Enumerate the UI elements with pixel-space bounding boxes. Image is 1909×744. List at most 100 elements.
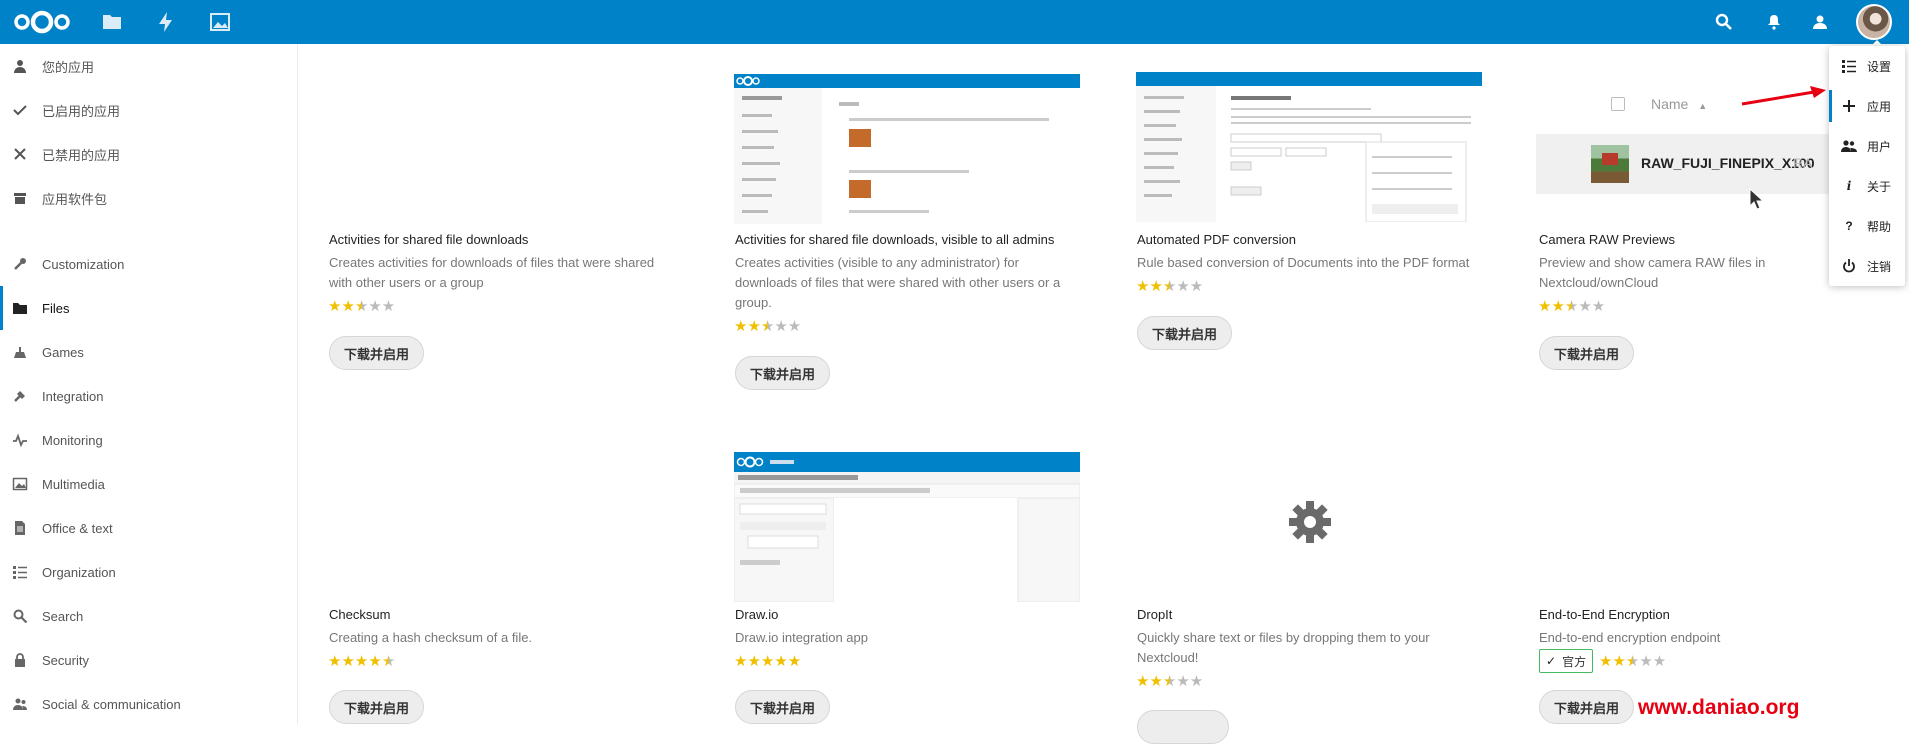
sidebar-item-label: Office & text — [42, 520, 113, 536]
mouse-cursor-icon — [1749, 188, 1765, 210]
raw-thumbnail — [1591, 145, 1629, 183]
check-icon — [12, 102, 28, 118]
sidebar-item-integration[interactable]: Integration — [0, 374, 297, 418]
sidebar-item-label: Social & communication — [42, 696, 181, 712]
sidebar-item-office-text[interactable]: Office & text — [0, 506, 297, 550]
sort-ascending-icon: ▲ — [1698, 101, 1708, 111]
info-icon: i — [1846, 179, 1852, 193]
app-description: Creates activities for downloads of file… — [329, 255, 655, 290]
social-icon — [12, 696, 28, 712]
sidebar-item-games[interactable]: Games — [0, 330, 297, 374]
select-all-checkbox — [1611, 97, 1625, 111]
app-grid: Activities for shared file downloads Cre… — [299, 44, 1909, 744]
app-description: End-to-end encryption endpoint — [1539, 630, 1721, 645]
download-enable-button[interactable]: 下载并启用 — [1539, 690, 1635, 724]
sidebar-item-label: Customization — [42, 256, 125, 272]
download-enable-button[interactable]: 下载并启用 — [735, 690, 831, 724]
sidebar-item-search[interactable]: Search — [0, 594, 297, 638]
sidebar-item-customization[interactable]: Customization — [0, 242, 297, 286]
top-header — [0, 0, 1909, 47]
menu-item-settings[interactable]: 设置 — [1829, 46, 1905, 86]
user-menu: 设置 应用 用户 i 关于 ? 帮助 注销 — [1829, 46, 1905, 286]
sidebar-item-label: 已启用的应用 — [42, 103, 121, 119]
activity-icon[interactable] — [154, 10, 178, 34]
sidebar-item-label: Games — [42, 344, 84, 360]
app-description: Rule based conversion of Documents into … — [1137, 255, 1470, 270]
file-extension: RA — [1793, 155, 1813, 171]
watermark-text: www.daniao.org — [1638, 696, 1800, 719]
user-icon — [12, 58, 28, 74]
sidebar-item-files[interactable]: Files — [0, 286, 297, 330]
plus-icon — [1841, 98, 1857, 114]
contacts-icon[interactable] — [1808, 10, 1832, 34]
app-name: End-to-End Encryption — [1539, 607, 1670, 622]
sidebar-item-label: Security — [42, 652, 89, 668]
app-description: Draw.io integration app — [735, 630, 868, 645]
app-rating: ★★★★★ — [734, 318, 802, 335]
sidebar-item-security[interactable]: Security — [0, 638, 297, 682]
app-rating: ★★★★★ — [734, 653, 802, 670]
app-description: Preview and show camera RAW files in Nex… — [1539, 255, 1766, 290]
sidebar-item-multimedia[interactable]: Multimedia — [0, 462, 297, 506]
user-avatar[interactable] — [1856, 4, 1892, 40]
bundle-icon — [12, 190, 28, 206]
sidebar-item-social-communication[interactable]: Social & communication — [0, 682, 297, 726]
folder-icon — [12, 300, 28, 316]
menu-item-logout[interactable]: 注销 — [1829, 246, 1905, 286]
sidebar-item-disabled-apps[interactable]: 已禁用的应用 — [0, 132, 297, 176]
app-name: Camera RAW Previews — [1539, 232, 1676, 247]
app-name: Activities for shared file downloads — [329, 232, 529, 247]
menu-item-about[interactable]: i 关于 — [1829, 166, 1905, 206]
menu-item-help[interactable]: ? 帮助 — [1829, 206, 1905, 246]
app-name: Checksum — [329, 607, 391, 622]
nextcloud-logo[interactable] — [12, 10, 72, 34]
search-icon[interactable] — [1712, 10, 1736, 34]
sidebar-item-label: Integration — [42, 388, 104, 404]
sidebar-item-app-bundles[interactable]: 应用软件包 — [0, 176, 297, 220]
sidebar-item-organization[interactable]: Organization — [0, 550, 297, 594]
app-rating: ★★★★★ — [1538, 298, 1606, 315]
app-rating: ★★★★★ — [328, 298, 396, 315]
download-enable-button[interactable]: 下载并启用 — [1137, 316, 1233, 350]
official-badge: ✓ 官方 — [1539, 649, 1594, 673]
app-rating: ★★★★★ — [1136, 278, 1204, 295]
integration-icon — [12, 388, 28, 404]
close-icon — [12, 146, 28, 162]
menu-item-users[interactable]: 用户 — [1829, 126, 1905, 166]
download-enable-button[interactable]: 下载并启用 — [329, 336, 425, 370]
sidebar-item-label: Monitoring — [42, 432, 103, 448]
app-rating: ★★★★★ — [1136, 673, 1204, 690]
sidebar-item-monitoring[interactable]: Monitoring — [0, 418, 297, 462]
download-enable-button[interactable] — [1137, 710, 1229, 744]
search-icon — [12, 608, 28, 624]
sidebar-item-enabled-apps[interactable]: 已启用的应用 — [0, 88, 297, 132]
files-icon[interactable] — [100, 10, 124, 34]
sidebar-item-label: Search — [42, 608, 84, 624]
sidebar-item-label: 应用软件包 — [42, 191, 108, 207]
logout-icon — [1841, 258, 1857, 274]
check-icon: ✓ — [1546, 654, 1557, 668]
app-screenshot — [734, 452, 1080, 602]
app-name: Automated PDF conversion — [1137, 232, 1296, 247]
gallery-icon[interactable] — [208, 10, 232, 34]
games-icon — [12, 344, 28, 360]
sidebar-item-label: Organization — [42, 564, 116, 580]
notifications-icon[interactable] — [1762, 10, 1786, 34]
multimedia-icon — [12, 476, 28, 492]
menu-item-apps[interactable]: 应用 — [1829, 86, 1905, 126]
wrench-icon — [12, 256, 28, 272]
app-screenshot — [1136, 72, 1482, 222]
sidebar-item-label: Files — [42, 300, 70, 316]
document-icon — [12, 520, 28, 536]
file-name: RAW_FUJI_FINEPIX_X100 — [1641, 155, 1815, 171]
download-enable-button[interactable]: 下载并启用 — [1539, 336, 1635, 370]
organization-icon — [12, 564, 28, 580]
sidebar-item-your-apps[interactable]: 您的应用 — [0, 44, 297, 88]
annotation-arrow — [1741, 86, 1826, 106]
app-description: Creates activities (visible to any admin… — [735, 255, 1061, 310]
app-default-gear-icon — [1289, 501, 1331, 543]
download-enable-button[interactable]: 下载并启用 — [329, 690, 425, 724]
app-rating: ★★★★★ — [328, 653, 396, 670]
sidebar-item-label: 已禁用的应用 — [42, 147, 121, 163]
download-enable-button[interactable]: 下载并启用 — [735, 356, 831, 390]
